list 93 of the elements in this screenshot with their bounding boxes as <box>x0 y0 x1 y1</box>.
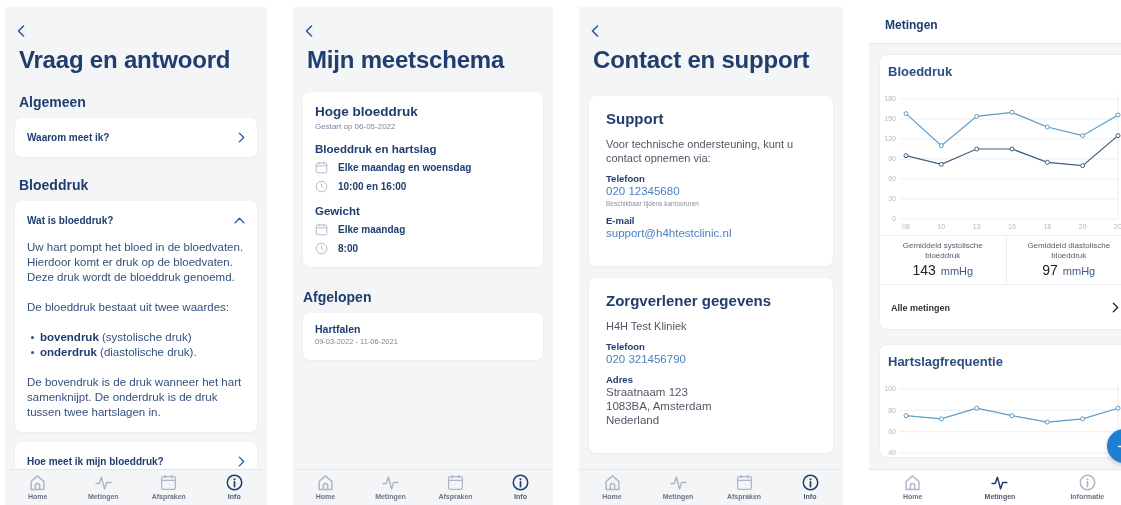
bullet-icon <box>31 336 34 339</box>
home-icon <box>29 474 47 491</box>
bullet-icon <box>31 351 34 354</box>
stat-value: 143 <box>912 262 936 278</box>
info-icon <box>801 474 819 491</box>
back-icon[interactable] <box>305 25 313 37</box>
page-title: Contact en support <box>593 46 810 74</box>
card-title: Zorgverlener gegevens <box>606 292 773 309</box>
pulse-icon <box>382 474 399 491</box>
calendar-icon <box>160 474 178 491</box>
contact-link[interactable]: 020 12345680 <box>606 184 817 198</box>
section-heading: Algemeen <box>19 94 86 110</box>
data-point <box>938 161 944 167</box>
clock-icon <box>315 242 328 255</box>
contact-link[interactable]: support@h4htestclinic.nl <box>606 226 817 240</box>
data-point <box>903 153 909 159</box>
schedule-days: Elke maandag en woensdag <box>338 162 472 173</box>
schedule-time: 8:00 <box>338 243 358 254</box>
stat-unit: mmHg <box>940 265 974 277</box>
pulse-icon <box>669 474 687 491</box>
field-label: Telefoon <box>606 341 646 352</box>
bullet-text: onderdruk (diastolische druk). <box>40 345 197 360</box>
pulse-icon <box>94 474 112 491</box>
answer-text: De bovendruk is de druk wanneer het hart samenknijpt. De onderdruk is de druk tussen twee hartslagen in. <box>27 375 243 420</box>
data-point <box>974 113 980 119</box>
field-label: Adres <box>606 374 634 385</box>
field-label: E-mail <box>606 215 636 226</box>
contact-link[interactable]: 020 321456790 <box>606 352 817 366</box>
data-point <box>903 111 909 117</box>
data-point <box>1044 419 1050 425</box>
info-text: Voor technische ondersteuning, kunt u contact opnemen via: <box>606 137 795 165</box>
measurement-type: Gewicht <box>315 205 361 217</box>
calendar-icon <box>315 223 328 236</box>
card-title: Bloeddruk <box>887 63 954 81</box>
faq-question[interactable]: Hoe meet ik mijn bloeddruk? <box>27 456 164 467</box>
data-point <box>1080 416 1086 422</box>
data-point <box>1080 163 1086 169</box>
section-heading: Bloeddruk <box>19 177 89 193</box>
data-point <box>1009 413 1015 419</box>
chevron-right-icon[interactable] <box>238 132 245 143</box>
header-title: Metingen <box>869 7 1121 44</box>
clock-icon <box>315 180 328 193</box>
stat-unit: mmHg <box>1062 265 1096 277</box>
plan-start-date: Gestart op 06-05-2022 <box>315 122 397 131</box>
data-point <box>974 146 980 152</box>
card-title: Hartslagfrequentie <box>887 353 1004 371</box>
back-icon[interactable] <box>591 25 599 37</box>
answer-text: Uw hart pompt het bloed in de bloedvaten. Hierdoor komt er druk op de bloedvaten. Deze druk wordt de bloeddruk genoemd. <box>27 240 245 285</box>
stat-value: 97 <box>1042 262 1058 278</box>
section-heading: Afgelopen <box>303 289 372 305</box>
field-label: Telefoon <box>606 173 646 184</box>
chevron-right-icon <box>1112 302 1119 313</box>
data-point <box>903 413 909 419</box>
data-point <box>1080 133 1086 139</box>
data-point <box>1009 146 1015 152</box>
page-title: Vraag en antwoord <box>19 46 231 74</box>
home-icon <box>603 474 621 491</box>
data-point <box>938 143 944 149</box>
data-point <box>1044 124 1050 130</box>
schedule-days: Elke maandag <box>338 224 406 235</box>
answer-text: De bloeddruk bestaat uit twee waardes: <box>27 300 230 315</box>
schedule-time: 10:00 en 16:00 <box>338 181 407 192</box>
address-line: 1083BA, Amsterdam <box>606 399 713 413</box>
info-icon <box>1078 474 1096 491</box>
faq-question[interactable]: Waarom meet ik? <box>27 132 110 143</box>
info-icon <box>225 474 243 491</box>
back-icon[interactable] <box>17 25 25 37</box>
stat-label: Gemiddeld systolische bloeddruk <box>901 241 984 261</box>
pulse-icon <box>991 474 1009 491</box>
stat-label: Gemiddeld diastolische bloeddruk <box>1026 241 1112 261</box>
chevron-right-icon[interactable] <box>238 456 245 467</box>
address-line: Straatnaam 123 <box>606 385 689 399</box>
plan-title: Hartfalen <box>315 323 362 335</box>
card-title: Support <box>606 110 665 127</box>
faq-question[interactable]: Wat is bloeddruk? <box>27 215 114 226</box>
data-point <box>1044 159 1050 165</box>
page-title: Mijn meetschema <box>307 46 505 74</box>
plan-title: Hoge bloeddruk <box>315 104 419 119</box>
data-point <box>974 405 980 411</box>
home-icon <box>904 474 922 491</box>
chevron-up-icon[interactable] <box>234 217 245 224</box>
info-icon <box>512 474 529 491</box>
address-line: Nederland <box>606 413 661 427</box>
measurement-type: Bloeddruk en hartslag <box>315 143 438 155</box>
bullet-text: bovendruk (systolische druk) <box>40 330 192 345</box>
all-measurements-link[interactable]: Alle metingen <box>880 285 1121 329</box>
calendar-icon <box>735 474 753 491</box>
calendar-icon <box>315 161 328 174</box>
data-point <box>938 416 944 422</box>
home-icon <box>317 474 334 491</box>
data-point <box>1009 109 1015 115</box>
info-text: H4H Test Kliniek <box>606 319 688 333</box>
calendar-icon <box>447 474 464 491</box>
